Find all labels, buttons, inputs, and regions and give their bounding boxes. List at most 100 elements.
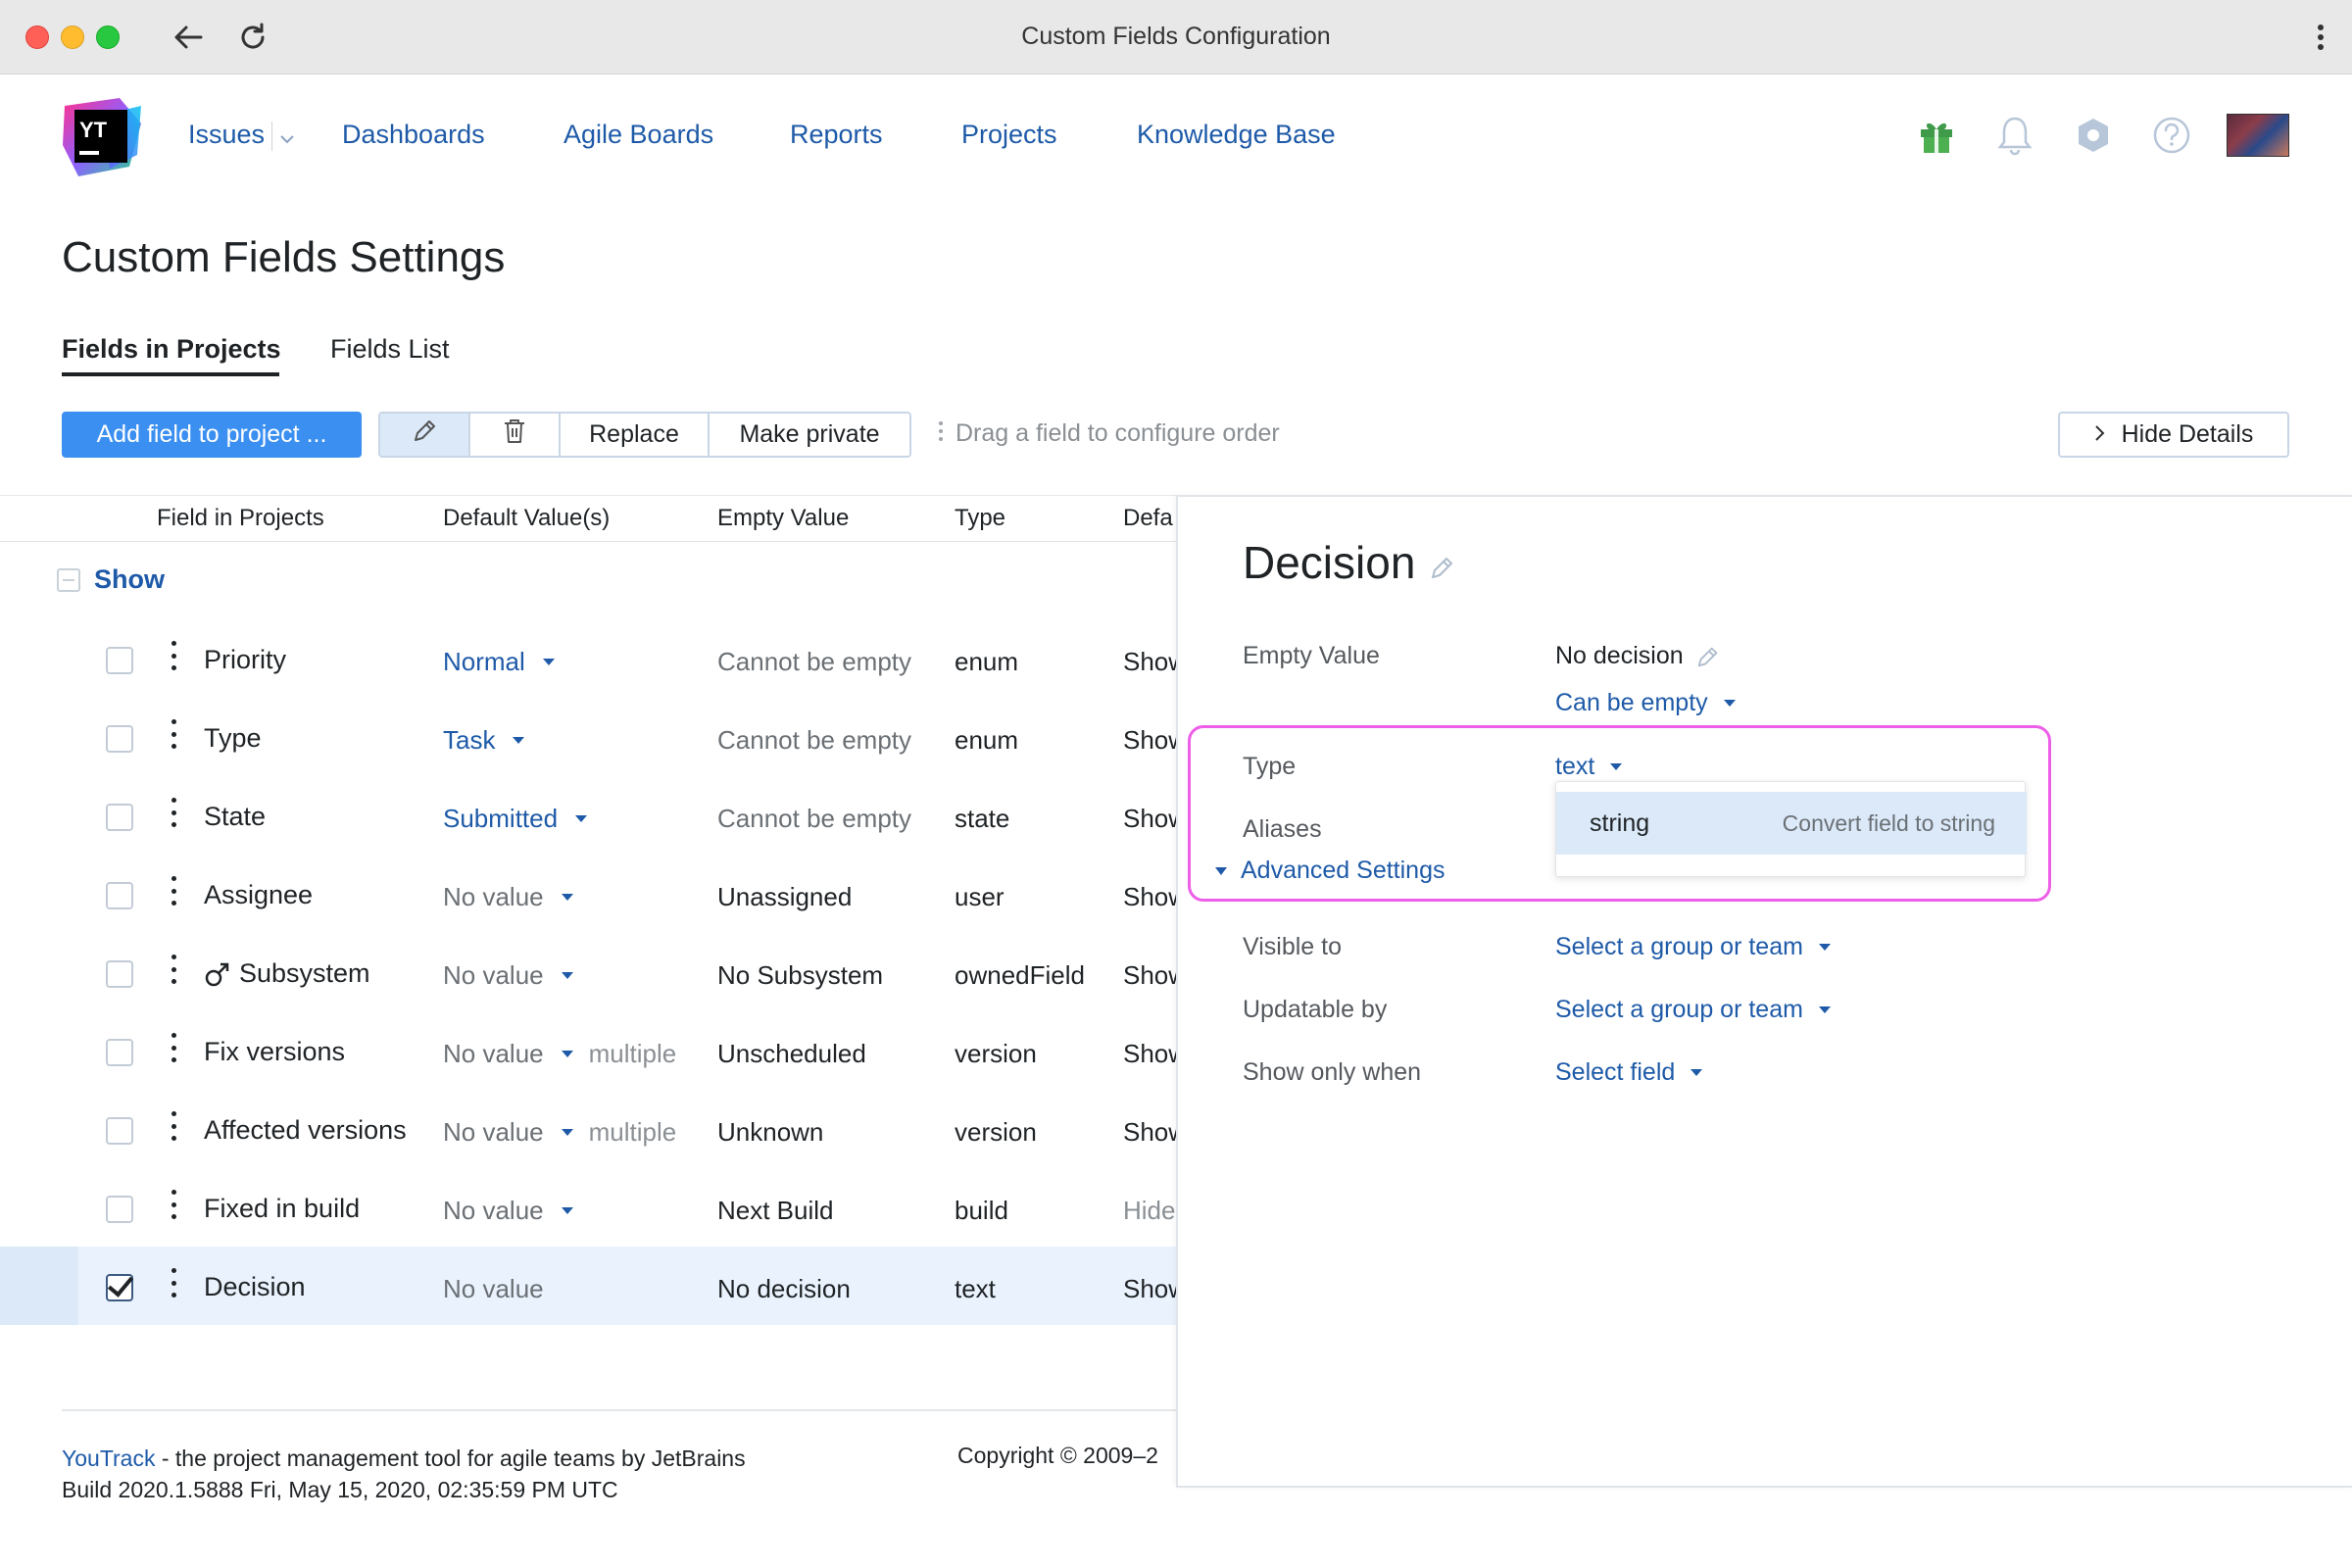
field-name[interactable]: Type [204, 723, 262, 754]
nav-dashboards[interactable]: Dashboards [342, 120, 485, 150]
window-title: Custom Fields Configuration [1021, 23, 1331, 50]
make-private-button[interactable]: Make private [710, 414, 909, 456]
table-row[interactable]: Subsystem No value No Subsystem ownedField S… [0, 933, 1187, 1011]
group-label[interactable]: Show [94, 564, 165, 595]
table-row[interactable]: State Submitted Cannot be empty state Show [0, 776, 1187, 855]
row-checkbox[interactable] [106, 1196, 133, 1223]
row-checkbox[interactable] [106, 725, 133, 753]
drag-handle-icon[interactable] [170, 798, 177, 827]
default-value[interactable]: Submitted [443, 804, 588, 834]
caret-down-icon [1818, 944, 1831, 951]
settings-gear-icon[interactable] [2069, 111, 2118, 160]
advanced-settings-toggle[interactable]: Advanced Settings [1215, 857, 1445, 885]
field-name[interactable]: State [204, 802, 266, 832]
field-type: enum [955, 647, 1019, 676]
table-row[interactable]: Type Task Cannot be empty enum Show [0, 698, 1187, 776]
field-name-text: Priority [204, 645, 287, 674]
delete-button[interactable] [470, 414, 561, 456]
drag-handle-icon[interactable] [170, 641, 177, 670]
field-type: version [955, 1117, 1037, 1147]
table-row[interactable]: Affected versions No value multiple Unknown… [0, 1090, 1187, 1168]
group-select-checkbox[interactable] [57, 568, 80, 592]
column-header-empty-value[interactable]: Empty Value [717, 505, 849, 532]
tab-fields-in-projects[interactable]: Fields in Projects [62, 334, 281, 365]
field-name[interactable]: Affected versions [204, 1115, 407, 1146]
table-row[interactable]: Fixed in build No value Next Build build Hid… [0, 1168, 1176, 1247]
column-header-visibility[interactable]: Defa [1123, 505, 1173, 532]
edit-empty-value-pencil-icon[interactable] [1695, 644, 1721, 669]
updatable-by-label: Updatable by [1243, 996, 1388, 1023]
help-icon[interactable] [2147, 111, 2196, 160]
row-checkbox[interactable] [106, 882, 133, 909]
youtrack-logo[interactable]: YT [61, 96, 143, 178]
tab-fields-list[interactable]: Fields List [330, 334, 450, 365]
row-checkbox[interactable] [106, 804, 133, 831]
hide-details-button[interactable]: Hide Details [2058, 412, 2289, 458]
table-row[interactable]: Priority Normal Cannot be empty enum Show [0, 619, 1187, 698]
type-dropdown[interactable]: text [1555, 753, 1623, 781]
field-name[interactable]: Decision [204, 1272, 306, 1302]
column-header-default[interactable]: Default Value(s) [443, 505, 610, 532]
drag-handle-icon[interactable] [170, 876, 177, 906]
default-value[interactable]: Task [443, 725, 525, 756]
drag-handle-icon[interactable] [170, 955, 177, 984]
footer: YouTrack - the project management tool f… [62, 1443, 767, 1505]
can-be-empty-dropdown[interactable]: Can be empty [1555, 689, 1736, 717]
replace-button[interactable]: Replace [561, 414, 710, 456]
drag-handle-icon[interactable] [170, 1190, 177, 1219]
caret-down-icon [542, 659, 555, 665]
browser-menu-icon[interactable] [2311, 18, 2330, 57]
dropdown-option-hint: Convert field to string [1782, 809, 1995, 836]
drag-handle-icon[interactable] [170, 1033, 177, 1062]
row-checkbox[interactable] [106, 1117, 133, 1145]
default-value[interactable]: No value [443, 1274, 544, 1304]
drag-handle-icon[interactable] [170, 719, 177, 749]
default-value-text: No value [443, 960, 544, 990]
row-checkbox[interactable] [106, 960, 133, 988]
chevron-down-icon[interactable] [279, 131, 295, 149]
nav-agile-boards[interactable]: Agile Boards [564, 120, 713, 150]
field-name[interactable]: Fix versions [204, 1037, 345, 1067]
field-name[interactable]: Subsystem [204, 958, 370, 989]
table-row[interactable]: Decision No value No decision text Show [0, 1247, 1187, 1325]
field-name[interactable]: Fixed in build [204, 1194, 360, 1224]
caret-down-icon [561, 1207, 573, 1214]
youtrack-link[interactable]: YouTrack [62, 1446, 155, 1471]
table-row[interactable]: Fix versions No value multiple Unscheduled v… [0, 1011, 1187, 1090]
drag-handle-icon[interactable] [170, 1268, 177, 1298]
table-row[interactable]: Assignee No value Unassigned user Show [0, 855, 1187, 933]
column-header-field[interactable]: Field in Projects [157, 505, 324, 532]
default-value[interactable]: No value [443, 882, 573, 912]
copyright: Copyright © 2009–2 [957, 1443, 1158, 1468]
default-value[interactable]: No value multiple [443, 1039, 676, 1069]
default-value[interactable]: Normal [443, 647, 555, 677]
visible-to-value: Select a group or team [1555, 933, 1803, 960]
empty-value-text: No decision [1555, 642, 1684, 669]
default-value-text: Normal [443, 647, 525, 676]
nav-issues[interactable]: Issues [188, 120, 265, 150]
field-name[interactable]: Priority [204, 645, 286, 675]
visible-to-dropdown[interactable]: Select a group or team [1555, 933, 1831, 961]
edit-title-pencil-icon[interactable] [1429, 554, 1456, 586]
row-checkbox[interactable] [106, 647, 133, 674]
nav-reports[interactable]: Reports [790, 120, 883, 150]
show-only-when-dropdown[interactable]: Select field [1555, 1058, 1703, 1087]
bell-icon[interactable] [1990, 111, 2039, 160]
row-checkbox[interactable] [106, 1274, 133, 1301]
nav-knowledge-base[interactable]: Knowledge Base [1137, 120, 1336, 150]
gift-icon[interactable] [1912, 111, 1961, 160]
active-tab-indicator [62, 372, 279, 376]
column-header-type[interactable]: Type [955, 505, 1005, 532]
edit-button[interactable] [380, 414, 470, 456]
updatable-by-dropdown[interactable]: Select a group or team [1555, 996, 1831, 1024]
row-checkbox[interactable] [106, 1039, 133, 1066]
dropdown-option-string[interactable]: string Convert field to string [1556, 792, 2027, 855]
drag-handle-icon[interactable] [170, 1111, 177, 1141]
default-value[interactable]: No value multiple [443, 1117, 676, 1148]
default-value[interactable]: No value [443, 960, 573, 991]
field-name[interactable]: Assignee [204, 880, 313, 910]
default-value[interactable]: No value [443, 1196, 573, 1226]
user-avatar[interactable] [2227, 114, 2289, 157]
add-field-to-project-button[interactable]: Add field to project ... [62, 412, 362, 458]
nav-projects[interactable]: Projects [961, 120, 1057, 150]
